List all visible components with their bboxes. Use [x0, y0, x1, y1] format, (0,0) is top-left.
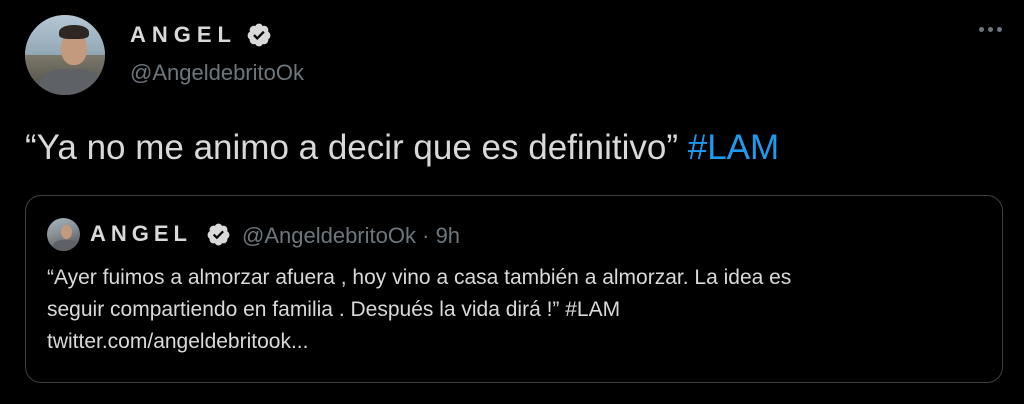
hashtag-link[interactable]: #LAM	[688, 128, 779, 167]
more-dot	[978, 26, 984, 32]
tweet[interactable]: ANGEL @AngeldebritoOk “Ya no me animo a …	[0, 0, 1024, 404]
meta-separator: ·	[422, 223, 430, 248]
tweet-body: “Ya no me animo a decir que es definitiv…	[25, 128, 688, 167]
quoted-text-line: seguir compartiendo en familia . Después…	[47, 298, 621, 321]
quoted-author-avatar	[47, 218, 80, 251]
author-name[interactable]: ANGEL	[130, 22, 237, 48]
tweet-text: “Ya no me animo a decir que es definitiv…	[25, 128, 779, 168]
avatar-shirt	[39, 69, 103, 95]
more-dot	[996, 26, 1002, 32]
avatar-shirt	[53, 240, 79, 251]
more-horizontal-icon[interactable]	[976, 22, 1004, 36]
more-dot	[987, 26, 993, 32]
quoted-author-handle: @AngeldebritoOk	[242, 223, 416, 248]
verified-badge-icon	[247, 23, 271, 47]
quoted-author-name: ANGEL	[90, 221, 192, 246]
avatar-face	[61, 225, 72, 239]
quoted-tweet-card[interactable]: ANGEL @AngeldebritoOk · 9h “Ayer fuimos …	[25, 195, 1003, 383]
avatar-hair	[59, 25, 89, 39]
author-avatar[interactable]	[25, 15, 105, 95]
quoted-tweet-text: “Ayer fuimos a almorzar afuera , hoy vin…	[47, 262, 987, 358]
quoted-text-line: “Ayer fuimos a almorzar afuera , hoy vin…	[47, 266, 792, 289]
verified-badge-icon	[207, 223, 230, 246]
quoted-link[interactable]: twitter.com/angeldebritook...	[47, 326, 987, 358]
quoted-timestamp[interactable]: 9h	[436, 223, 460, 248]
quoted-meta: @AngeldebritoOk · 9h	[242, 223, 460, 249]
author-handle[interactable]: @AngeldebritoOk	[130, 60, 304, 86]
